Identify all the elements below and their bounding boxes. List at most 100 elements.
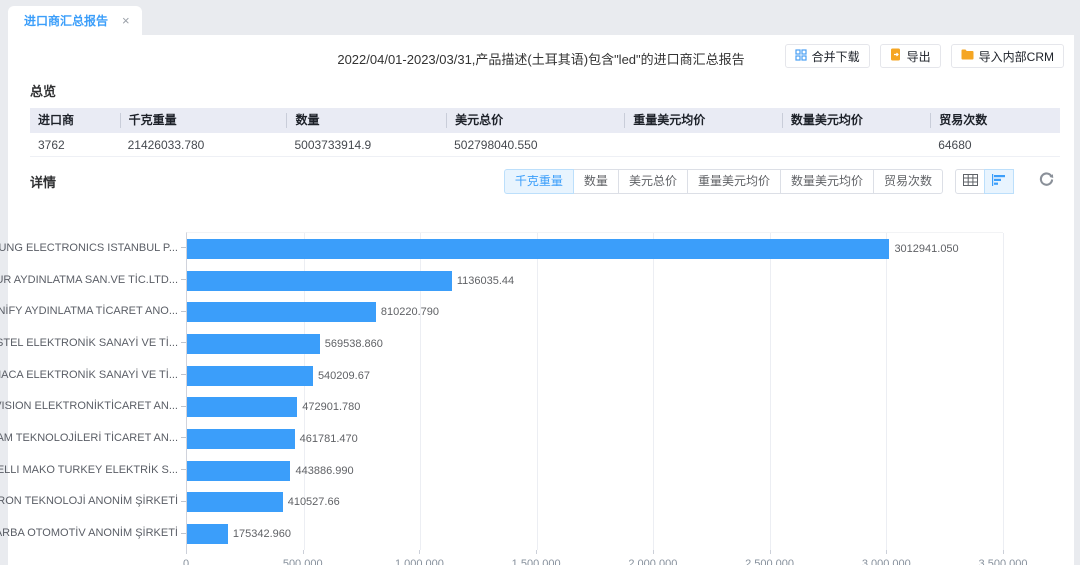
chart-bar[interactable]: [187, 271, 452, 291]
export-button[interactable]: 导出: [880, 44, 941, 68]
chart-bar[interactable]: [187, 429, 295, 449]
chart-category-labels: SAMSUNG ELECTRONICS ISTANBUL P...UĞUR AY…: [8, 232, 186, 565]
refresh-icon: [1039, 172, 1054, 192]
chart-bar-row: 3012941.050: [187, 233, 1003, 265]
chart-category-row: SAMSUNG ELECTRONICS ISTANBUL P...: [8, 232, 186, 264]
x-axis-tick-mark: [1003, 550, 1004, 554]
detail-section-title: 详情: [30, 172, 56, 191]
chart-category-label: ATMACA ELEKTRONİK SANAYİ VE Tİ...: [0, 369, 178, 381]
chart-plot-area: 3012941.050 1136035.44 810220.790569538.86…: [186, 232, 1003, 565]
overview-column-header: 数量: [286, 113, 446, 128]
overview-cell: 3762: [30, 138, 120, 152]
tab-title: 进口商汇总报告: [24, 12, 108, 29]
chart-bar[interactable]: [187, 239, 889, 259]
close-icon[interactable]: ×: [122, 14, 130, 27]
overview-table-header: 进口商千克重量数量美元总价重量美元均价数量美元均价贸易次数: [30, 108, 1060, 133]
overview-cell: 502798040.550: [446, 138, 624, 152]
chart-category-row: SİGNİFY AYDINLATMA TİCARET ANO...: [8, 295, 186, 327]
chart-category-row: TP VISION ELEKTRONİKTİCARET AN...: [8, 390, 186, 422]
import-crm-folder-icon: [961, 49, 974, 63]
chart-bar[interactable]: [187, 334, 320, 354]
metric-button-美元总价[interactable]: 美元总价: [618, 169, 688, 194]
x-axis-tick-label: 3,000,000: [862, 558, 911, 565]
chart-category-row: UĞUR AYDINLATMA SAN.VE TİC.LTD...: [8, 264, 186, 296]
bar-chart-view-icon: [992, 173, 1006, 191]
merge-download-icon: [795, 49, 807, 64]
overview-section-title: 总览: [30, 81, 1074, 100]
chart-bar-value-label: 410527.66: [288, 496, 340, 508]
metric-button-千克重量[interactable]: 千克重量: [504, 169, 574, 194]
chart-category-row: APRON TEKNOLOJİ ANONİM ŞİRKETİ: [8, 486, 186, 518]
merge-download-label: 合并下载: [812, 48, 860, 65]
merge-download-button[interactable]: 合并下载: [785, 44, 870, 68]
chart-bar[interactable]: [187, 302, 376, 322]
chart-category-label: SİGNİFY AYDINLATMA TİCARET ANO...: [0, 305, 178, 317]
overview-table-row: 376221426033.7805003733914.9502798040.55…: [30, 133, 1060, 157]
metric-button-group: 千克重量数量美元总价重量美元均价数量美元均价贸易次数: [504, 169, 943, 194]
x-axis-tick-label: 1,500,000: [512, 558, 561, 565]
x-axis-tick-mark: [653, 550, 654, 554]
x-axis-tick-mark: [303, 550, 304, 554]
metric-button-数量美元均价[interactable]: 数量美元均价: [780, 169, 874, 194]
header-actions: 合并下载 导出 导入内部CRM: [785, 44, 1064, 68]
chart-bar[interactable]: [187, 397, 297, 417]
overview-column-header: 进口商: [30, 113, 120, 128]
metric-button-重量美元均价[interactable]: 重量美元均价: [687, 169, 781, 194]
overview-cell: 64680: [930, 138, 1060, 152]
chart-bar-row: 569538.860: [187, 328, 1003, 360]
view-toggle-group: [955, 169, 1014, 194]
chart-bar[interactable]: [187, 492, 283, 512]
chart-bar-row: 810220.790: [187, 296, 1003, 328]
chart-bar[interactable]: [187, 524, 228, 544]
chart-bar-row: 410527.66: [187, 487, 1003, 519]
chart-bar-row: 461781.470: [187, 423, 1003, 455]
overview-column-header: 贸易次数: [930, 113, 1060, 128]
overview-column-header: 美元总价: [446, 113, 624, 128]
tab-bar: 进口商汇总报告 ×: [0, 0, 1080, 35]
bar-chart-view-button[interactable]: [984, 169, 1014, 194]
tab-import-summary-report[interactable]: 进口商汇总报告 ×: [8, 6, 142, 35]
chart-bar-row: 175342.960: [187, 518, 1003, 550]
overview-cell: 21426033.780: [120, 138, 287, 152]
x-axis-tick-label: 500,000: [283, 558, 323, 565]
report-header: 2022/04/01-2023/03/31,产品描述(土耳其语)包含"led"的…: [8, 35, 1074, 77]
report-panel: 2022/04/01-2023/03/31,产品描述(土耳其语)包含"led"的…: [8, 35, 1074, 565]
chart-bar-row: 540209.67: [187, 360, 1003, 392]
chart-bar[interactable]: [187, 366, 313, 386]
table-view-icon: [963, 173, 978, 191]
overview-column-header: 数量美元均价: [782, 113, 930, 128]
chart-bars-area: 3012941.050 1136035.44 810220.790569538.86…: [186, 232, 1003, 550]
x-axis-tick-mark: [419, 550, 420, 554]
x-axis-tick-label: 0: [183, 558, 189, 565]
chart-category-label: APRON TEKNOLOJİ ANONİM ŞİRKETİ: [0, 495, 178, 507]
chart-category-label: MARELLI MAKO TURKEY ELEKTRİK S...: [0, 464, 178, 476]
chart-bar-value-label: 461781.470: [300, 433, 358, 445]
chart-x-axis: 0500,0001,000,0001,500,0002,000,0002,500…: [186, 550, 1003, 565]
chart-category-label: OSRAM TEKNOLOJİLERİ TİCARET AN...: [0, 432, 178, 444]
chart-gridline: [1003, 233, 1004, 550]
chart-bar[interactable]: [187, 461, 290, 481]
overview-column-header: 重量美元均价: [624, 113, 782, 128]
chart-category-label: VESTEL ELEKTRONİK SANAYİ VE Tİ...: [0, 337, 178, 349]
chart-category-label: FARBA OTOMOTİV ANONİM ŞİRKETİ: [0, 527, 178, 539]
x-axis-tick-label: 3,500,000: [979, 558, 1028, 565]
export-label: 导出: [907, 48, 931, 65]
chart-bar-value-label: 1136035.44: [457, 275, 514, 287]
chart-category-row: MARELLI MAKO TURKEY ELEKTRİK S...: [8, 454, 186, 486]
import-crm-label: 导入内部CRM: [979, 48, 1054, 65]
table-view-button[interactable]: [955, 169, 985, 194]
detail-controls: 千克重量数量美元总价重量美元均价数量美元均价贸易次数: [504, 169, 1060, 194]
overview-column-header: 千克重量: [120, 113, 287, 128]
chart-category-label: SAMSUNG ELECTRONICS ISTANBUL P...: [0, 242, 178, 254]
refresh-button[interactable]: [1032, 169, 1060, 194]
metric-button-贸易次数[interactable]: 贸易次数: [873, 169, 943, 194]
chart-category-label: TP VISION ELEKTRONİKTİCARET AN...: [0, 400, 178, 412]
overview-cell: 5003733914.9: [286, 138, 446, 152]
x-axis-tick-mark: [536, 550, 537, 554]
chart-bar-value-label: 443886.990: [295, 465, 353, 477]
chart-bar-row: 1136035.44: [187, 265, 1003, 297]
x-axis-tick-label: 2,500,000: [745, 558, 794, 565]
metric-button-数量[interactable]: 数量: [573, 169, 619, 194]
chart-bar-value-label: 540209.67: [318, 370, 370, 382]
import-crm-button[interactable]: 导入内部CRM: [951, 44, 1064, 68]
